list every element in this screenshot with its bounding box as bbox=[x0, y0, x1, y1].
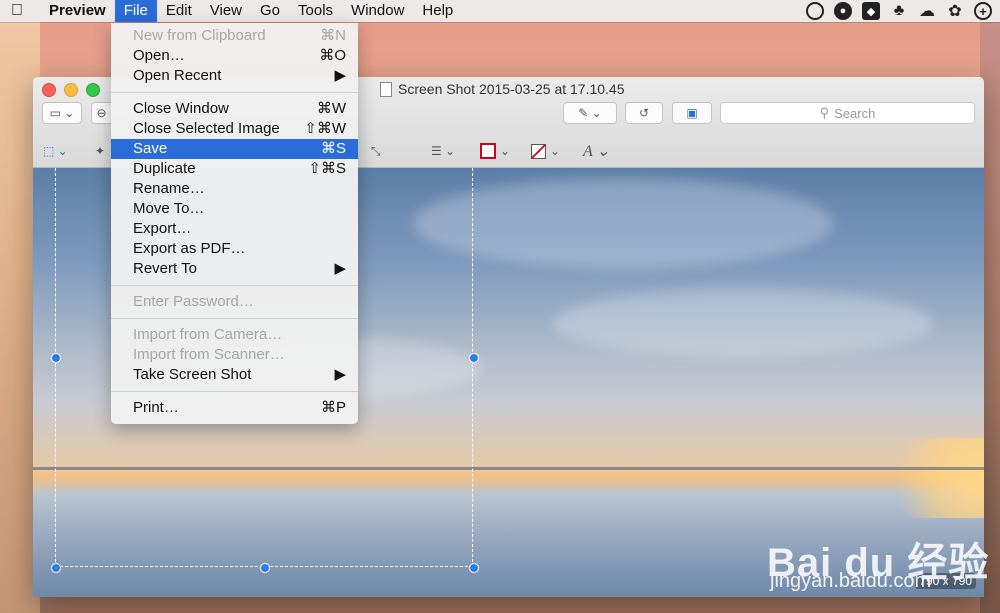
status-bar-icons: ● ◆ ♣ ☁ ✿ + bbox=[806, 0, 992, 22]
selection-handle[interactable] bbox=[260, 563, 270, 573]
rotate-icon: ↺ bbox=[638, 106, 650, 120]
menu-item-rename[interactable]: Rename… bbox=[111, 179, 358, 199]
toolbox-icon: ▣ bbox=[686, 106, 698, 120]
menu-view[interactable]: View bbox=[201, 0, 251, 22]
menu-window[interactable]: Window bbox=[342, 0, 413, 22]
submenu-arrow-icon: ▶ bbox=[334, 67, 346, 84]
menu-item-enter-password: Enter Password… bbox=[133, 293, 254, 310]
menu-edit[interactable]: Edit bbox=[157, 0, 201, 22]
search-field[interactable]: ⚲ Search bbox=[720, 102, 975, 124]
menu-separator bbox=[111, 391, 358, 392]
menu-item-import-from-camera: Import from Camera… bbox=[133, 326, 283, 343]
menu-item-new-from-clipboard: New from Clipboard ⌘N bbox=[133, 27, 346, 44]
menu-separator bbox=[111, 318, 358, 319]
menu-tools[interactable]: Tools bbox=[289, 0, 342, 22]
sidebar-icon: ▭ ⌄ bbox=[49, 106, 75, 120]
line-style-icon[interactable]: ☰ ⌄ bbox=[431, 142, 455, 160]
watermark-url: jingyan.baidu.com bbox=[770, 570, 932, 592]
menu-item-save[interactable]: Save ⌘S bbox=[111, 139, 358, 159]
qq-icon[interactable]: ♣ bbox=[890, 2, 908, 20]
menu-item-export-as-pdf[interactable]: Export as PDF… bbox=[111, 239, 358, 259]
border-color-icon[interactable]: ⌄ bbox=[480, 142, 510, 160]
cloud bbox=[553, 288, 933, 358]
selection-handle[interactable] bbox=[51, 353, 61, 363]
status-app-icon-3[interactable]: ◆ bbox=[862, 2, 880, 20]
plus-circle-icon[interactable]: + bbox=[974, 2, 992, 20]
zoom-button[interactable] bbox=[86, 83, 100, 97]
menu-item-import-from-scanner: Import from Scanner… bbox=[133, 346, 285, 363]
submenu-arrow-icon: ▶ bbox=[334, 260, 346, 277]
crop-icon[interactable]: ⤡ bbox=[371, 142, 381, 160]
status-app-icon-2[interactable]: ● bbox=[834, 2, 852, 20]
menu-item-close-selected-image[interactable]: Close Selected Image ⇧⌘W bbox=[111, 119, 358, 139]
menu-item-open-recent[interactable]: Open Recent ▶ bbox=[111, 66, 358, 86]
text-style-icon[interactable]: A ⌄ bbox=[583, 142, 610, 160]
menu-separator bbox=[111, 285, 358, 286]
menu-bar:  Preview File Edit View Go Tools Window… bbox=[0, 0, 1000, 22]
menu-item-open[interactable]: Open… ⌘O bbox=[111, 46, 358, 66]
zoom-out-icon: ⊖ bbox=[96, 106, 107, 120]
zoom-out-button[interactable]: ⊖ bbox=[91, 102, 111, 124]
pen-icon: ✎ ⌄ bbox=[578, 106, 602, 120]
instant-alpha-icon[interactable]: ✦ bbox=[95, 142, 105, 160]
selection-handle[interactable] bbox=[469, 563, 479, 573]
toolbox-button[interactable]: ▣ bbox=[672, 102, 712, 124]
document-icon bbox=[380, 81, 392, 97]
cloud bbox=[413, 178, 833, 268]
search-placeholder: Search bbox=[834, 105, 876, 121]
wechat-icon[interactable]: ☁ bbox=[918, 2, 936, 20]
window-controls bbox=[42, 83, 100, 97]
menu-item-print[interactable]: Print… ⌘P bbox=[111, 398, 358, 418]
file-menu: New from Clipboard ⌘N Open… ⌘O Open Rece… bbox=[111, 23, 358, 424]
menu-go[interactable]: Go bbox=[251, 0, 289, 22]
selection-handle[interactable] bbox=[51, 563, 61, 573]
window-title-text: Screen Shot 2015-03-25 at 17.10.45 bbox=[398, 81, 625, 97]
menu-item-revert-to[interactable]: Revert To ▶ bbox=[111, 259, 358, 279]
window-title: Screen Shot 2015-03-25 at 17.10.45 bbox=[380, 81, 625, 97]
sunset-glow bbox=[864, 438, 984, 518]
rectangular-selection-icon[interactable]: ⬚ ⌄ bbox=[43, 142, 68, 160]
apple-menu-icon[interactable]:  bbox=[8, 2, 26, 20]
search-icon: ⚲ bbox=[819, 105, 830, 120]
rotate-button[interactable]: ↺ bbox=[625, 102, 663, 124]
menu-item-close-window[interactable]: Close Window ⌘W bbox=[111, 99, 358, 119]
fill-color-icon[interactable]: ⌄ bbox=[531, 142, 560, 160]
status-app-icon-6[interactable]: ✿ bbox=[946, 2, 964, 20]
menu-separator bbox=[111, 92, 358, 93]
close-button[interactable] bbox=[42, 83, 56, 97]
menu-item-take-screen-shot[interactable]: Take Screen Shot ▶ bbox=[111, 365, 358, 385]
menu-item-duplicate[interactable]: Duplicate ⇧⌘S bbox=[111, 159, 358, 179]
markup-pen-button[interactable]: ✎ ⌄ bbox=[563, 102, 617, 124]
menu-file[interactable]: File bbox=[114, 0, 157, 22]
selection-handle[interactable] bbox=[469, 353, 479, 363]
menu-app-name[interactable]: Preview bbox=[40, 0, 115, 22]
menu-item-export[interactable]: Export… bbox=[111, 219, 358, 239]
menu-help[interactable]: Help bbox=[413, 0, 462, 22]
submenu-arrow-icon: ▶ bbox=[334, 366, 346, 383]
menu-item-move-to[interactable]: Move To… bbox=[111, 199, 358, 219]
status-app-icon-1[interactable] bbox=[806, 2, 824, 20]
sidebar-toggle-button[interactable]: ▭ ⌄ bbox=[42, 102, 82, 124]
minimize-button[interactable] bbox=[64, 83, 78, 97]
